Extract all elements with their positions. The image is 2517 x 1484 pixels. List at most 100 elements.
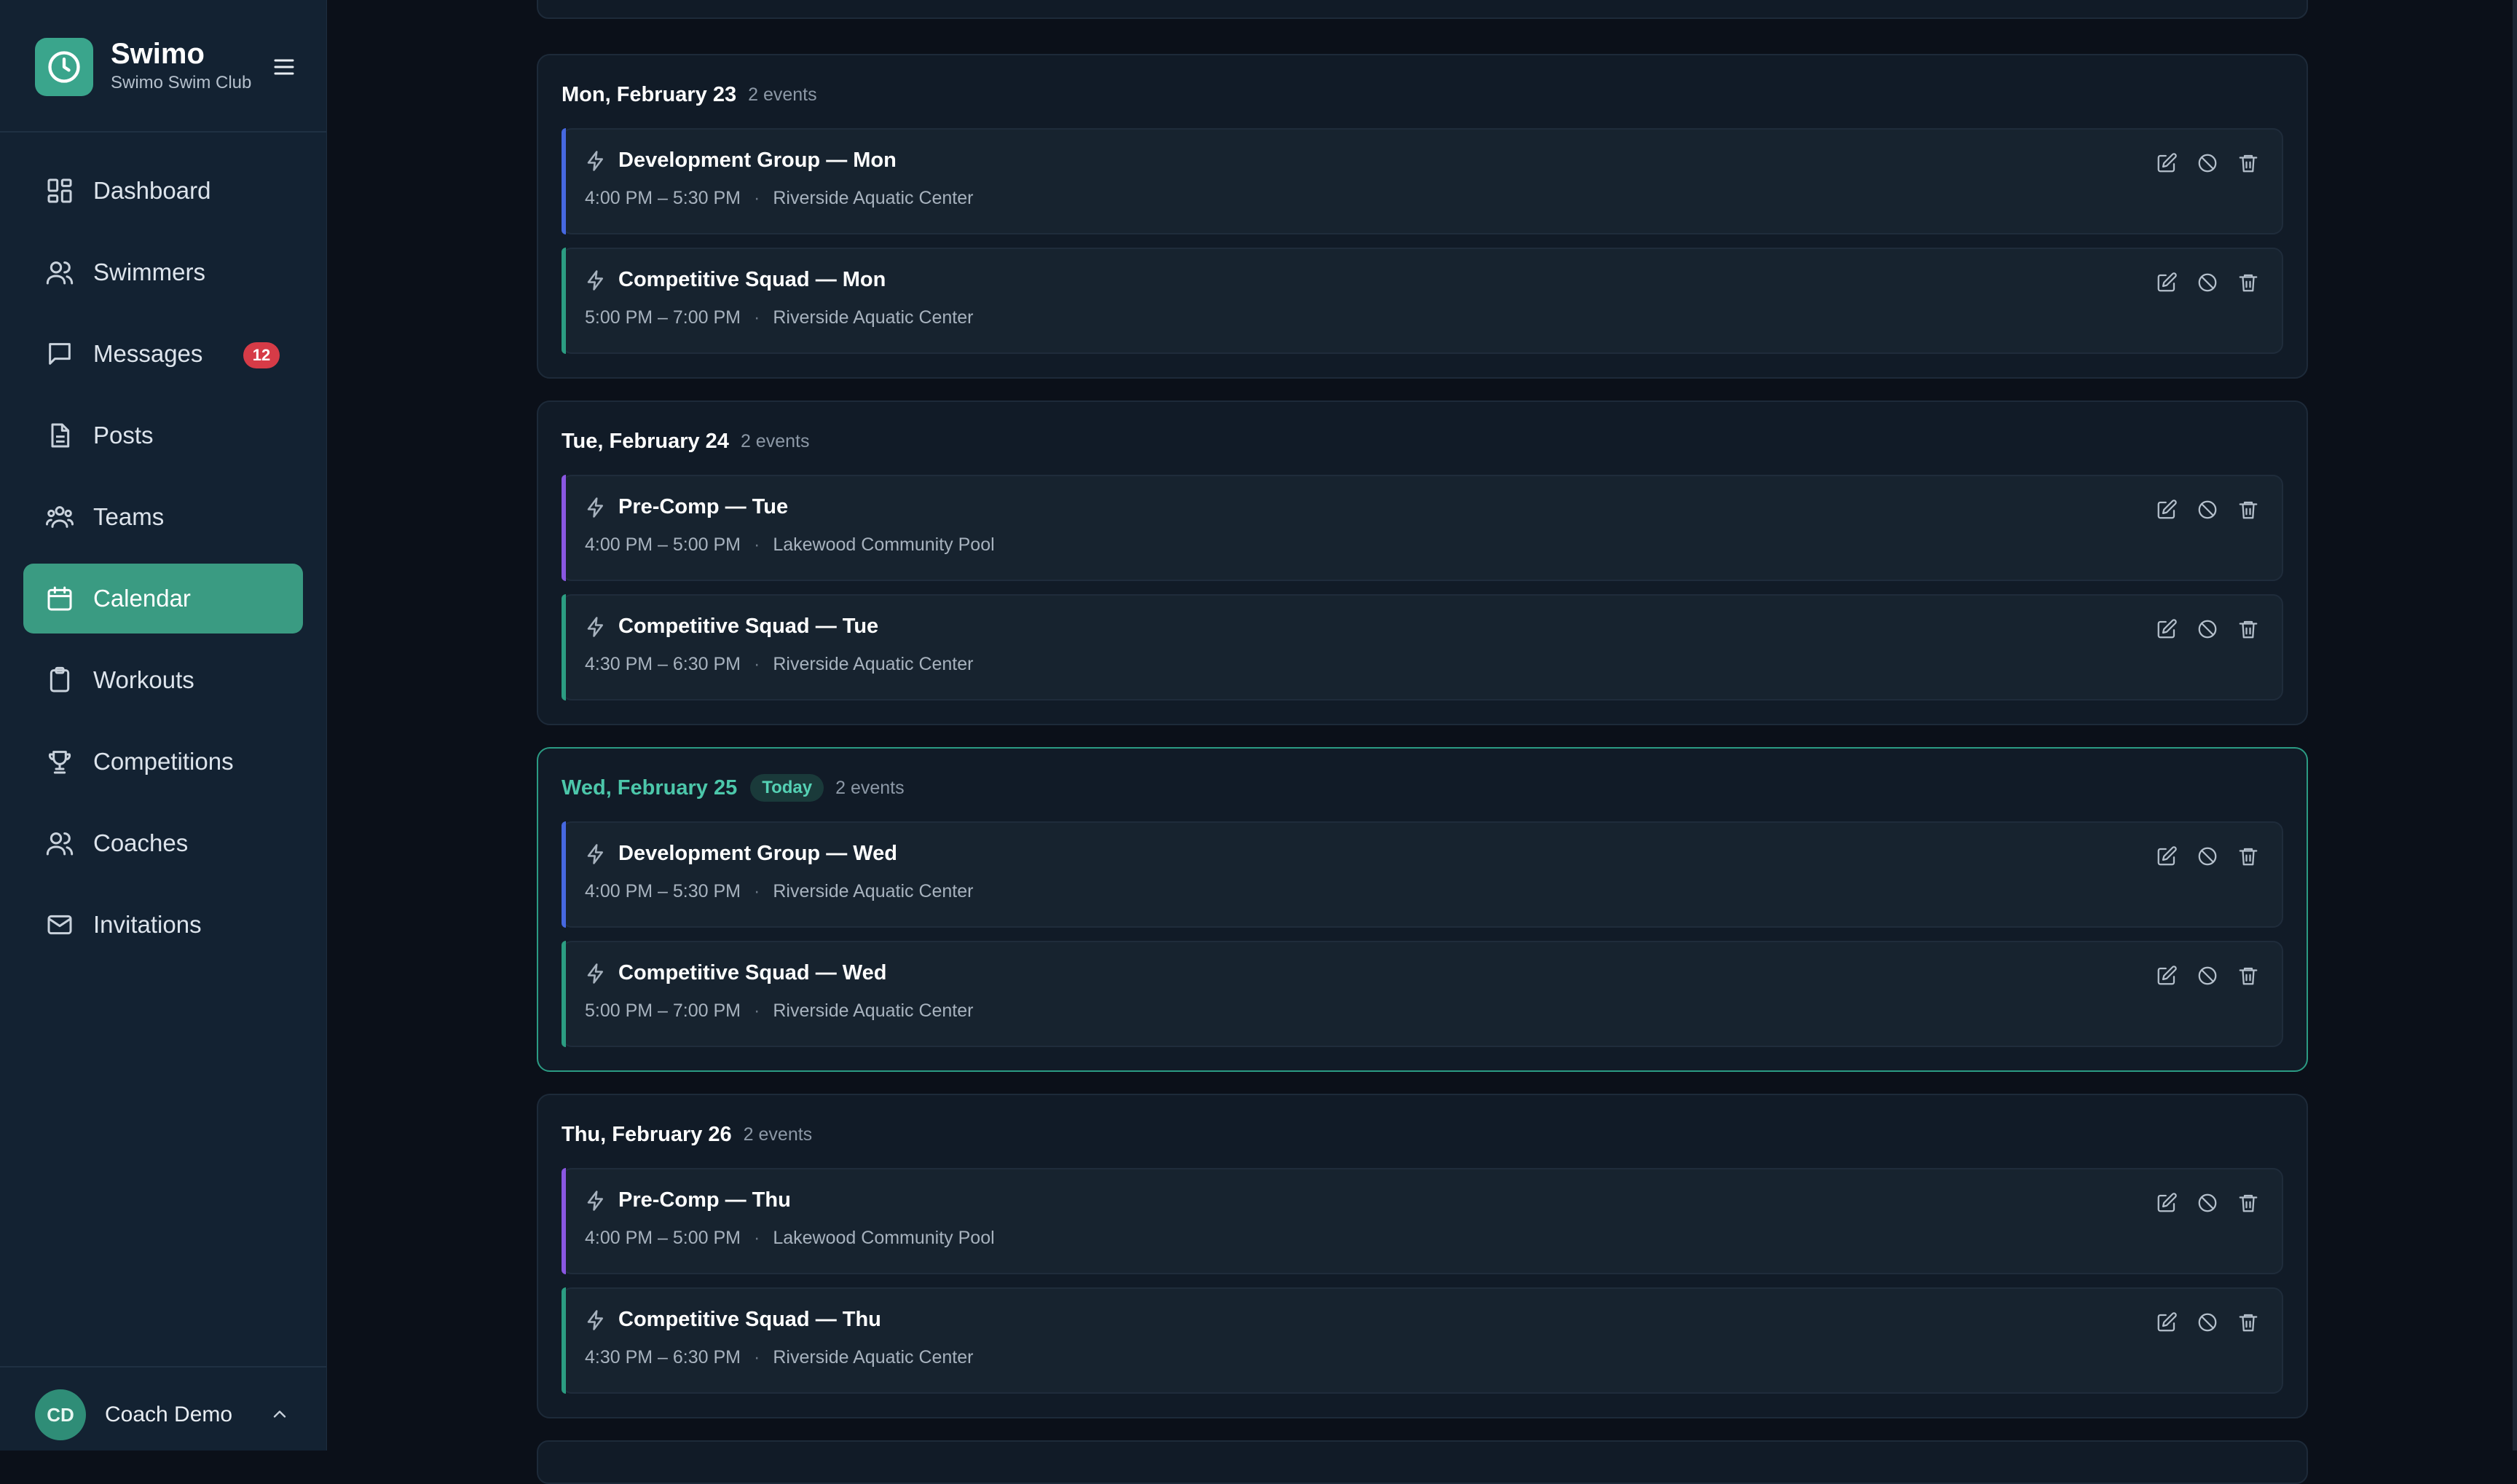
- sidebar-item-teams[interactable]: Teams: [23, 482, 303, 552]
- message-icon: [49, 343, 71, 365]
- edit-icon[interactable]: [2155, 271, 2178, 294]
- trash-icon[interactable]: [2237, 151, 2260, 175]
- chevron-up-icon[interactable]: [269, 1404, 290, 1424]
- cancel-icon[interactable]: [2196, 964, 2219, 987]
- event-actions: [2155, 1311, 2260, 1334]
- sidebar-item-invitations[interactable]: Invitations: [23, 890, 303, 960]
- cancel-icon[interactable]: [2196, 1191, 2219, 1215]
- event-card[interactable]: Development Group — Wed 4:00 PM – 5:30 P…: [562, 821, 2283, 928]
- event-card[interactable]: Competitive Squad — Thu 4:30 PM – 6:30 P…: [562, 1287, 2283, 1394]
- sidebar-item-swimmers[interactable]: Swimmers: [23, 237, 303, 307]
- edit-icon[interactable]: [2155, 498, 2178, 521]
- calendar-list: Mon, February 23 2 events Development Gr…: [327, 0, 2517, 1484]
- sidebar-item-label: Dashboard: [93, 177, 211, 204]
- previous-day-card: [537, 0, 2308, 19]
- event-meta: 4:00 PM – 5:30 PM · Riverside Aquatic Cent…: [585, 881, 973, 902]
- hamburger-menu-icon[interactable]: [269, 52, 299, 82]
- users-icon: [46, 832, 74, 856]
- sidebar-item-calendar[interactable]: Calendar: [23, 564, 303, 634]
- day-header: Mon, February 23 2 events: [562, 80, 817, 109]
- meta-separator: ·: [754, 188, 760, 208]
- user-name: Coach Demo: [105, 1402, 233, 1426]
- sidebar-item-label: Swimmers: [93, 258, 205, 285]
- day-header: Thu, February 26 2 events: [562, 1120, 812, 1149]
- sidebar-item-competitions[interactable]: Competitions: [23, 727, 303, 797]
- trash-icon[interactable]: [2237, 498, 2260, 521]
- cancel-icon[interactable]: [2196, 271, 2219, 294]
- day-header: Tue, February 24 2 events: [562, 427, 809, 456]
- sidebar-item-label: Workouts: [93, 666, 194, 693]
- day-card: Tue, February 24 2 events Pre-Comp — Tue…: [537, 400, 2308, 725]
- sidebar-item-dashboard[interactable]: Dashboard: [23, 156, 303, 226]
- cancel-icon[interactable]: [2196, 1311, 2219, 1334]
- event-card[interactable]: Development Group — Mon 4:00 PM – 5:30 P…: [562, 128, 2283, 234]
- lightning-icon: [587, 1310, 603, 1330]
- lightning-icon: [587, 617, 603, 637]
- event-location: Riverside Aquatic Center: [773, 188, 974, 208]
- event-count: 2 events: [835, 777, 905, 798]
- event-card[interactable]: Competitive Squad — Wed 5:00 PM – 7:00 P…: [562, 941, 2283, 1047]
- edit-icon[interactable]: [2155, 1311, 2178, 1334]
- cancel-icon[interactable]: [2196, 498, 2219, 521]
- sidebar-item-label: Competitions: [93, 748, 234, 775]
- sidebar-item-label: Invitations: [93, 911, 202, 938]
- day-header: Wed, February 25 Today 2 events: [562, 773, 905, 802]
- event-time: 4:30 PM – 6:30 PM: [585, 654, 741, 674]
- edit-icon[interactable]: [2155, 617, 2178, 641]
- users-icon: [46, 261, 74, 285]
- event-color-bar: [562, 594, 566, 700]
- lightning-icon: [587, 963, 603, 984]
- trash-icon[interactable]: [2237, 271, 2260, 294]
- event-title: Development Group — Mon: [618, 149, 897, 172]
- lightning-icon: [587, 497, 603, 518]
- cancel-icon[interactable]: [2196, 151, 2219, 175]
- event-time: 5:00 PM – 7:00 PM: [585, 1000, 741, 1021]
- day-card-today: Wed, February 25 Today 2 events Developm…: [537, 747, 2308, 1072]
- edit-icon[interactable]: [2155, 151, 2178, 175]
- edit-icon[interactable]: [2155, 1191, 2178, 1215]
- event-time: 4:30 PM – 6:30 PM: [585, 1347, 741, 1367]
- event-count: 2 events: [748, 84, 817, 105]
- edit-icon[interactable]: [2155, 964, 2178, 987]
- event-card[interactable]: Competitive Squad — Mon 5:00 PM – 7:00 P…: [562, 248, 2283, 354]
- event-location: Riverside Aquatic Center: [773, 1347, 974, 1367]
- trash-icon[interactable]: [2237, 964, 2260, 987]
- window-edge: [2513, 0, 2517, 1451]
- trash-icon[interactable]: [2237, 1191, 2260, 1215]
- event-time: 4:00 PM – 5:30 PM: [585, 881, 741, 901]
- sidebar-item-messages[interactable]: Messages 12: [23, 319, 303, 389]
- event-color-bar: [562, 128, 566, 234]
- event-title: Development Group — Wed: [618, 842, 897, 865]
- sidebar-item-coaches[interactable]: Coaches: [23, 808, 303, 878]
- event-card[interactable]: Pre-Comp — Thu 4:00 PM – 5:00 PM · Lakewoo…: [562, 1168, 2283, 1274]
- lightning-icon: [587, 1191, 603, 1211]
- sidebar-item-workouts[interactable]: Workouts: [23, 645, 303, 715]
- event-time: 4:00 PM – 5:00 PM: [585, 1228, 741, 1248]
- cancel-icon[interactable]: [2196, 845, 2219, 868]
- trash-icon[interactable]: [2237, 617, 2260, 641]
- event-title: Pre-Comp — Tue: [618, 495, 789, 518]
- cancel-icon[interactable]: [2196, 617, 2219, 641]
- trash-icon[interactable]: [2237, 845, 2260, 868]
- meta-separator: ·: [754, 654, 760, 674]
- user-menu[interactable]: CD Coach Demo: [0, 1366, 326, 1452]
- edit-icon[interactable]: [2155, 845, 2178, 868]
- day-title: Mon, February 23: [562, 82, 737, 106]
- trash-icon[interactable]: [2237, 1311, 2260, 1334]
- event-card[interactable]: Competitive Squad — Tue 4:30 PM – 6:30 P…: [562, 594, 2283, 700]
- app-root: Swimo Swimo Swim Club Dashboard Swimmers…: [0, 0, 2517, 1484]
- event-actions: [2155, 271, 2260, 294]
- clipboard-icon: [50, 666, 70, 692]
- event-location: Riverside Aquatic Center: [773, 881, 974, 901]
- meta-separator: ·: [754, 534, 760, 555]
- lightning-icon: [587, 151, 603, 171]
- event-meta: 4:00 PM – 5:00 PM · Lakewood Community Poo…: [585, 1228, 995, 1249]
- dashboard-icon: [47, 178, 72, 203]
- day-title: Thu, February 26: [562, 1122, 732, 1146]
- brand-subtitle: Swimo Swim Club: [111, 73, 252, 92]
- sidebar-item-label: Calendar: [93, 585, 191, 612]
- event-meta: 5:00 PM – 7:00 PM · Riverside Aquatic Cent…: [585, 1000, 973, 1022]
- sidebar-item-posts[interactable]: Posts: [23, 400, 303, 470]
- event-card[interactable]: Pre-Comp — Tue 4:00 PM – 5:00 PM · Lakewoo…: [562, 475, 2283, 581]
- event-count: 2 events: [743, 1124, 813, 1145]
